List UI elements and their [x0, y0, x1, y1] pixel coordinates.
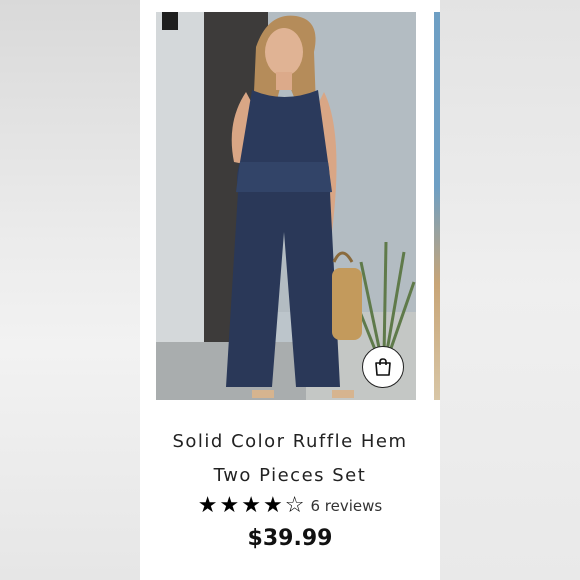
shopping-bag-icon — [375, 358, 391, 376]
product-title[interactable]: Solid Color Ruffle Hem Two Pieces Set — [140, 425, 440, 493]
add-to-bag-button[interactable] — [362, 346, 404, 388]
star-filled-icon: ★ — [263, 493, 283, 518]
product-card[interactable]: Solid Color Ruffle Hem Two Pieces Set ★ … — [140, 0, 440, 580]
next-image-peek[interactable] — [434, 12, 440, 400]
reviews-link[interactable]: 6 reviews — [310, 497, 382, 515]
product-title-line-1[interactable]: Solid Color Ruffle Hem — [140, 425, 440, 459]
product-image[interactable] — [156, 12, 416, 400]
product-title-line-2[interactable]: Two Pieces Set — [140, 459, 440, 493]
star-empty-icon: ☆ — [284, 493, 305, 518]
star-filled-icon: ★ — [197, 493, 218, 518]
star-filled-icon: ★ — [241, 493, 261, 518]
star-filled-icon: ★ — [219, 493, 240, 518]
product-rating: ★ ★ ★ ★ ☆ 6 reviews — [140, 493, 440, 519]
blurred-background-right — [440, 0, 580, 580]
product-price: $39.99 — [247, 526, 333, 551]
blurred-background-left — [0, 0, 140, 580]
